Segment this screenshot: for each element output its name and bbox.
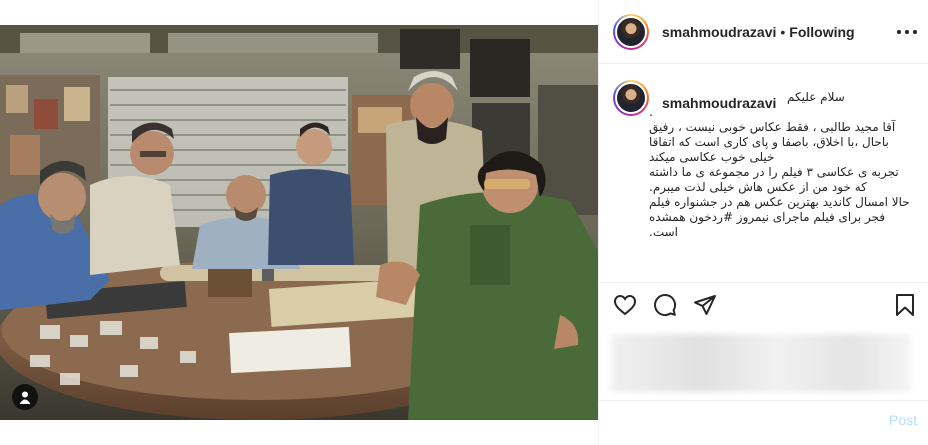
- more-options-icon[interactable]: [897, 24, 917, 40]
- header-username[interactable]: smahmoudrazavi: [662, 24, 776, 40]
- bookmark-icon[interactable]: [893, 293, 917, 317]
- caption-text: سلام علیکم . آقا مجید طالبی ، فقط عکاس خ…: [649, 90, 917, 240]
- caption-line: که خود من از عکس هاش خیلی لذت میبرم.: [649, 180, 867, 194]
- post-header: smahmoudrazavi • Following: [599, 0, 928, 64]
- caption-line: خیلی خوب عکاسی میکند: [649, 150, 775, 164]
- heart-icon[interactable]: [613, 293, 637, 317]
- comment-input[interactable]: [613, 412, 863, 434]
- caption: smahmoudrazavi سلام علیکم . آقا مجید طال…: [599, 80, 928, 280]
- caption-line: باحال ،با اخلاق، باصفا و پای کاری است که…: [649, 135, 889, 149]
- post-media-pane: [0, 0, 598, 445]
- likes-and-date-blurred: [611, 334, 911, 392]
- post-sidebar: smahmoudrazavi • Following smahmoudrazav…: [598, 0, 928, 445]
- caption-avatar[interactable]: [613, 80, 649, 116]
- comment-box: Post: [599, 400, 928, 445]
- film-still-image: [0, 25, 598, 420]
- tag-people-button[interactable]: [12, 384, 38, 410]
- caption-line: است.: [649, 225, 678, 239]
- user-tag-icon: [19, 391, 31, 404]
- post-photo[interactable]: [0, 25, 598, 420]
- avatar[interactable]: [613, 13, 649, 50]
- caption-line: تجربه ی عکاسی ۳ فیلم را در مجموعه ی ما د…: [649, 165, 899, 179]
- caption-line: .: [649, 105, 653, 119]
- comment-bubble-icon[interactable]: [653, 293, 677, 317]
- action-bar: [599, 282, 928, 326]
- caption-line: سلام علیکم: [787, 90, 845, 104]
- following-button[interactable]: Following: [789, 24, 854, 40]
- paper-plane-icon[interactable]: [693, 293, 717, 317]
- separator-dot: •: [780, 23, 786, 40]
- caption-line: حالا امسال کاندید بهترین عکس هم در جشنوا…: [649, 195, 910, 209]
- caption-line: فجر برای فیلم ماجرای نیمروز #ردخون همشده: [649, 210, 886, 224]
- post-comment-button[interactable]: Post: [889, 412, 917, 428]
- caption-line: آقا مجید طالبی ، فقط عکاس خوبی نیست ، رف…: [649, 120, 896, 134]
